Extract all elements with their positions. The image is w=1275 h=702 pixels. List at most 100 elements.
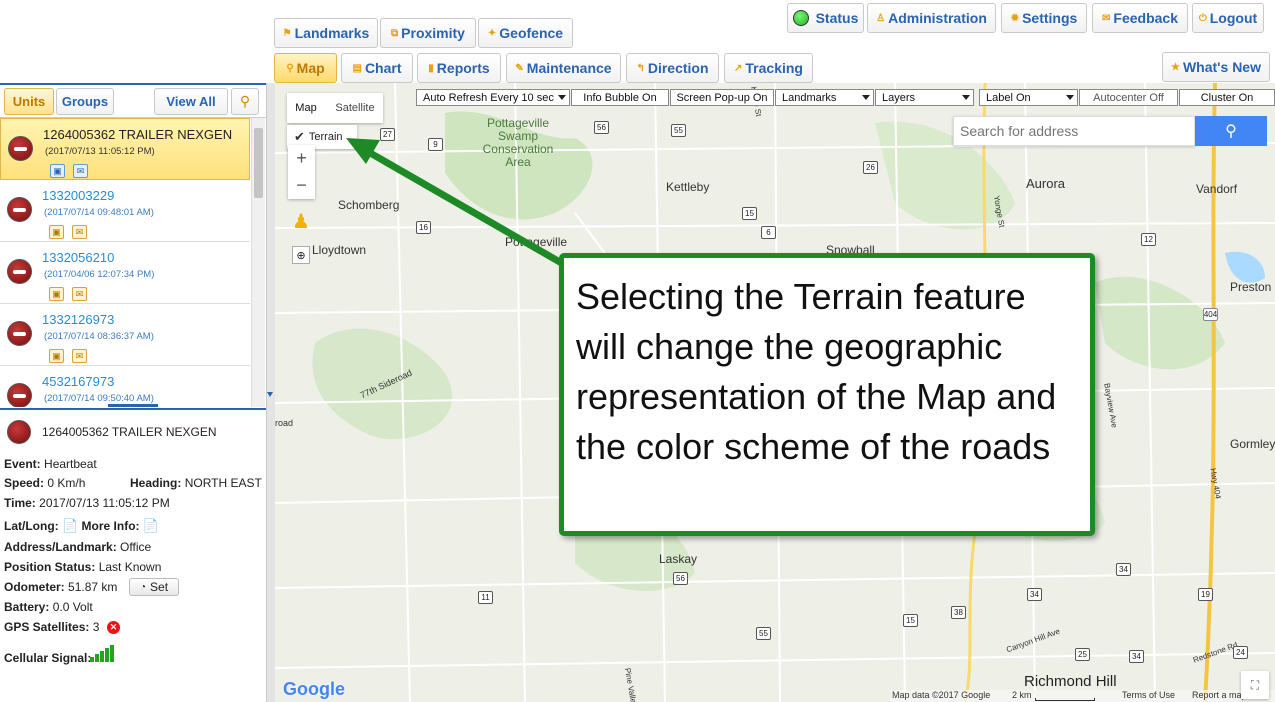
annotation-arrow (346, 138, 567, 269)
gear-icon: ✹ (1010, 12, 1020, 24)
set-odometer-button[interactable]: ◔ Set (129, 578, 179, 596)
terms-link[interactable]: Terms of Use (1122, 690, 1175, 700)
tab-chart[interactable]: ▤ Chart (341, 53, 413, 83)
tab-units[interactable]: Units (4, 88, 54, 115)
road-shield: 15 (742, 207, 757, 220)
status-button[interactable]: Status (787, 3, 864, 33)
search-icon[interactable]: ⚲ (231, 88, 259, 115)
status-light-icon (792, 10, 809, 26)
logout-button[interactable]: ⏻ Logout (1192, 3, 1264, 33)
magnify-icon[interactable]: ⊕ (292, 246, 310, 264)
star-icon: ★ (1171, 61, 1180, 73)
landmarks-button[interactable]: ⚑ Landmarks (274, 18, 378, 48)
info-icon[interactable]: ▣ (50, 164, 65, 178)
feedback-button[interactable]: ✉ Feedback (1092, 3, 1188, 33)
autocenter-toggle[interactable]: Autocenter Off (1079, 89, 1178, 106)
signal-bars-icon (90, 645, 116, 662)
list-item[interactable]: 1332126973 (2017/07/14 08:36:37 AM) ▣ ✉ (0, 304, 250, 366)
detail-cellular: Cellular Signal: (4, 651, 92, 665)
place-label: Vandorf (1196, 182, 1238, 196)
info-bubble-toggle[interactable]: Info Bubble On (571, 89, 669, 106)
tab-direction[interactable]: ↰ Direction (626, 53, 719, 83)
fullscreen-icon[interactable]: ⛶ (1241, 671, 1269, 699)
scrollbar-thumb[interactable] (254, 128, 263, 198)
road-label: road (275, 418, 294, 428)
geofence-button[interactable]: ✦ Geofence (478, 18, 573, 48)
tab-groups[interactable]: Groups (56, 88, 114, 115)
place-label: Aurora (1026, 176, 1066, 191)
notepad-icon[interactable]: 📄 (143, 518, 159, 533)
info-icon[interactable]: ▣ (49, 349, 64, 363)
chevron-down-icon (862, 95, 870, 100)
checkmark-icon: ✔ (294, 129, 305, 144)
list-item[interactable]: 1332003229 (2017/07/14 09:48:01 AM) ▣ ✉ (0, 180, 250, 242)
tracking-icon: ↗ (734, 62, 743, 74)
chevron-down-icon (558, 95, 566, 100)
vehicle-icon (7, 197, 32, 222)
layers-select[interactable]: Layers (875, 89, 974, 106)
road-shield: 56 (673, 572, 688, 585)
list-scrollbar[interactable] (251, 118, 265, 407)
place-label: Preston Lak (1230, 280, 1275, 294)
place-label: Gormley (1230, 437, 1275, 451)
error-icon: ✕ (107, 621, 120, 634)
place-label: Kettleby (666, 180, 710, 194)
mail-icon[interactable]: ✉ (72, 225, 87, 239)
map-icon: ⚲ (286, 62, 294, 74)
landmarks-select[interactable]: Landmarks (775, 89, 874, 106)
list-item[interactable]: 1264005362 TRAILER NEXGEN (2017/07/13 11… (0, 118, 250, 180)
zoom-out-icon[interactable]: − (288, 172, 315, 199)
proximity-button[interactable]: ⧉ Proximity (380, 18, 476, 48)
detail-latlong: Lat/Long: 📄 More Info: 📄 (4, 518, 160, 533)
search-input[interactable] (954, 117, 1194, 145)
tab-maintenance[interactable]: ✎ Maintenance (506, 53, 621, 83)
mail-icon[interactable]: ✉ (73, 164, 88, 178)
map-type-map[interactable]: Map (287, 93, 325, 123)
wrench-icon: ✎ (515, 62, 524, 74)
chart-icon: ▤ (352, 62, 362, 74)
tab-map[interactable]: ⚲ Map (274, 53, 337, 83)
list-item[interactable]: 4532167973 (2017/07/14 09:50:40 AM) (0, 366, 250, 407)
vehicle-icon (8, 136, 33, 161)
list-item[interactable]: 1332056210 (2017/04/06 12:07:34 PM) ▣ ✉ (0, 242, 250, 304)
notepad-icon[interactable]: 📄 (62, 518, 78, 533)
view-all-button[interactable]: View All (154, 88, 228, 115)
detail-event: Event: Heartbeat (4, 457, 97, 471)
road-shield: 34 (1027, 588, 1042, 601)
cluster-toggle[interactable]: Cluster On (1179, 89, 1275, 106)
whats-new-button[interactable]: ★ What's New (1162, 52, 1270, 82)
scale-bar (1035, 698, 1095, 701)
search-submit-button[interactable]: ⚲ (1195, 116, 1267, 146)
sidebar-top-rule (0, 83, 266, 85)
map-type-satellite[interactable]: Satellite (327, 93, 383, 123)
direction-icon: ↰ (636, 62, 645, 74)
tab-reports[interactable]: ▮ Reports (417, 53, 501, 83)
map-attribution: Map data ©2017 Google 2 km Terms of Use … (890, 690, 1275, 702)
administration-button[interactable]: ♙ Administration (867, 3, 996, 33)
gauge-icon: ◔ (139, 581, 147, 593)
tab-tracking[interactable]: ↗ Tracking (724, 53, 813, 83)
detail-gps: GPS Satellites: 3 (4, 620, 100, 634)
mail-icon[interactable]: ✉ (72, 287, 87, 301)
settings-button[interactable]: ✹ Settings (1001, 3, 1087, 33)
info-icon[interactable]: ▣ (49, 287, 64, 301)
zoom-in-icon[interactable]: + (288, 145, 315, 172)
road-shield: 38 (951, 606, 966, 619)
splitter-handle[interactable] (108, 404, 158, 407)
road-shield: 56 (594, 121, 609, 134)
road-shield: 34 (1129, 650, 1144, 663)
screen-popup-toggle[interactable]: Screen Pop-up On (670, 89, 774, 106)
detail-odometer: Odometer: 51.87 km (4, 580, 118, 594)
auto-refresh-select[interactable]: Auto Refresh Every 10 sec (416, 89, 570, 106)
label-select[interactable]: Label On (979, 89, 1078, 106)
mail-icon[interactable]: ✉ (72, 349, 87, 363)
google-logo: Google (283, 679, 345, 699)
road-shield: 25 (1075, 648, 1090, 661)
unit-list: 1264005362 TRAILER NEXGEN (2017/07/13 11… (0, 117, 266, 407)
feedback-icon: ✉ (1102, 12, 1111, 24)
geofence-icon: ✦ (487, 27, 497, 39)
collapse-arrow-icon[interactable] (267, 392, 273, 397)
road-shield: 34 (1116, 563, 1131, 576)
info-icon[interactable]: ▣ (49, 225, 64, 239)
pegman-icon[interactable]: ♟ (289, 207, 313, 235)
